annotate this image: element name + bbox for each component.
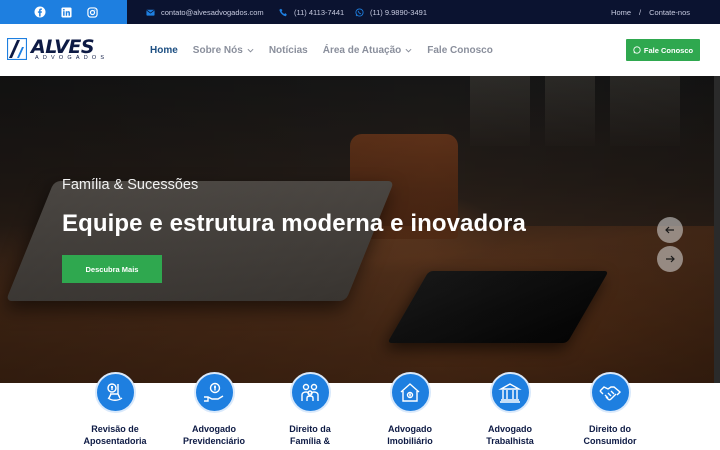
phone-text: (11) 4113-7441 xyxy=(294,7,345,17)
whatsapp-text: (11) 9.9890-3491 xyxy=(370,7,427,17)
chevron-down-icon xyxy=(405,48,412,53)
arrow-left-icon xyxy=(665,226,674,234)
whatsapp-icon xyxy=(355,7,364,17)
breadcrumb-separator: / xyxy=(639,7,642,17)
whatsapp-icon xyxy=(633,46,641,54)
hero-title: Equipe e estrutura moderna e inovadora xyxy=(62,210,526,237)
nav-home[interactable]: Home xyxy=(150,45,178,56)
service-label: Advogado Imobiliário xyxy=(387,424,433,446)
site-header: ALVES ADVOGADOS Home Sobre Nós Notícias … xyxy=(0,24,720,76)
instagram-icon[interactable] xyxy=(86,6,98,18)
fale-conosco-button[interactable]: Fale Conosco xyxy=(626,39,700,61)
slider-prev-button[interactable] xyxy=(657,217,683,243)
whatsapp-contact[interactable]: (11) 9.9890-3491 xyxy=(355,0,427,24)
breadcrumb-home[interactable]: Home xyxy=(611,8,631,17)
service-label: Direito da Família & xyxy=(289,424,331,446)
facebook-icon[interactable] xyxy=(34,6,46,18)
services-strip: Revisão de Aposentadoria Advogado Previden… xyxy=(0,372,720,450)
courthouse-icon xyxy=(498,382,522,403)
breadcrumb: Home / Contate-nos xyxy=(611,0,690,24)
service-label: Advogado Previdenciário xyxy=(182,424,246,446)
service-direito-familia[interactable]: Direito da Família & xyxy=(260,372,360,447)
breadcrumb-contact[interactable]: Contate-nos xyxy=(649,8,690,17)
logo-mark-icon xyxy=(7,38,27,60)
phone-contact[interactable]: (11) 4113-7441 xyxy=(279,0,344,24)
service-icon-wrapper xyxy=(589,372,631,413)
service-icon-wrapper xyxy=(289,372,331,413)
slider-next-button[interactable] xyxy=(657,246,683,272)
logo-subtitle: ADVOGADOS xyxy=(35,55,109,61)
linkedin-icon[interactable] xyxy=(60,6,72,18)
chevron-down-icon xyxy=(247,48,254,53)
phone-icon xyxy=(279,8,287,16)
service-direito-consumidor[interactable]: Direito do Consumidor xyxy=(560,372,660,447)
service-advogado-trabalhista[interactable]: Advogado Trabalhista xyxy=(460,372,560,447)
service-icon-wrapper xyxy=(389,372,431,413)
house-icon xyxy=(400,382,420,402)
service-icon-wrapper xyxy=(193,372,235,413)
nav-noticias[interactable]: Notícias xyxy=(269,45,308,56)
family-icon xyxy=(301,383,319,401)
descubra-mais-button[interactable]: Descubra Mais xyxy=(62,255,162,283)
service-advogado-imobiliario[interactable]: Advogado Imobiliário xyxy=(360,372,460,447)
page-scrollbar[interactable] xyxy=(714,76,720,411)
top-bar: contato@alvesadvogados.com (11) 4113-744… xyxy=(0,0,720,24)
service-label: Revisão de Aposentadoria xyxy=(83,424,147,446)
handshake-icon xyxy=(599,385,622,400)
hero-slider: Família & Sucessões Equipe e estrutura m… xyxy=(0,76,720,383)
service-advogado-previdenciario[interactable]: Advogado Previdenciário xyxy=(164,372,264,447)
service-icon-wrapper xyxy=(489,372,531,413)
nav-area-de-atuacao[interactable]: Área de Atuação xyxy=(323,45,413,56)
service-label: Direito do Consumidor xyxy=(583,424,637,446)
nav-sobre-nos[interactable]: Sobre Nós xyxy=(193,45,254,56)
service-revisao-aposentadoria[interactable]: Revisão de Aposentadoria xyxy=(65,372,165,447)
envelope-icon xyxy=(146,9,155,16)
nav-fale-conosco[interactable]: Fale Conosco xyxy=(427,45,493,56)
social-links xyxy=(0,0,127,24)
email-text: contato@alvesadvogados.com xyxy=(161,7,264,17)
money-hand-icon xyxy=(204,382,224,402)
main-nav: Home Sobre Nós Notícias Área de Atuação … xyxy=(150,24,493,76)
hero-kicker: Família & Sucessões xyxy=(62,177,199,193)
money-rocking-chair-icon xyxy=(107,382,123,401)
logo[interactable]: ALVES ADVOGADOS xyxy=(7,36,119,64)
service-label: Advogado Trabalhista xyxy=(486,424,534,446)
service-icon-wrapper xyxy=(94,372,136,413)
arrow-right-icon xyxy=(666,255,675,263)
email-contact[interactable]: contato@alvesadvogados.com xyxy=(146,0,264,24)
